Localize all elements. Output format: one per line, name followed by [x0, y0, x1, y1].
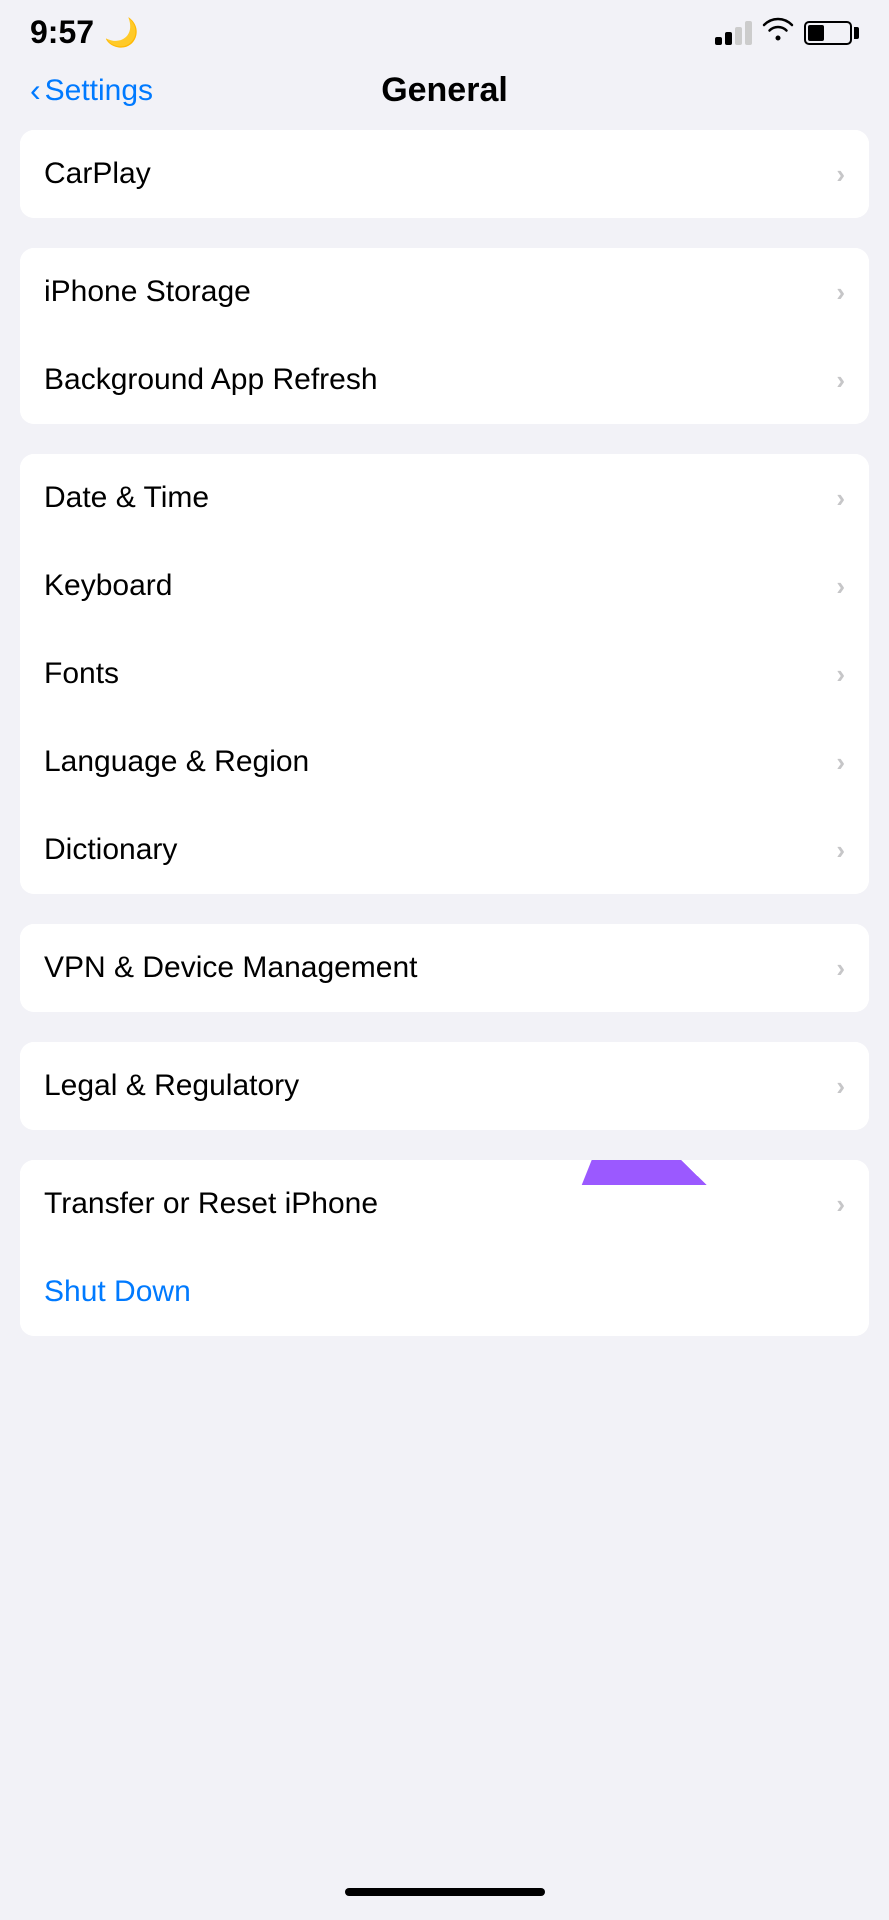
- battery-icon: [804, 21, 859, 45]
- iphone-storage-label: iPhone Storage: [44, 275, 251, 309]
- legal-section: Legal & Regulatory ›: [20, 1042, 869, 1130]
- dictionary-item[interactable]: Dictionary ›: [20, 806, 869, 894]
- dictionary-label: Dictionary: [44, 833, 177, 867]
- keyboard-item[interactable]: Keyboard ›: [20, 542, 869, 630]
- signal-bar-2: [725, 32, 732, 45]
- carplay-label: CarPlay: [44, 157, 151, 191]
- back-button[interactable]: ‹ Settings: [30, 74, 153, 108]
- keyboard-chevron-icon: ›: [836, 571, 845, 602]
- shut-down-label: Shut Down: [44, 1275, 191, 1309]
- status-bar: 9:57 🌙: [0, 0, 889, 61]
- date-time-item[interactable]: Date & Time ›: [20, 454, 869, 542]
- iphone-storage-item[interactable]: iPhone Storage ›: [20, 248, 869, 336]
- back-chevron-icon: ‹: [30, 74, 41, 106]
- shut-down-item[interactable]: Shut Down: [20, 1248, 869, 1336]
- signal-bar-3: [735, 27, 742, 45]
- background-app-refresh-chevron-icon: ›: [836, 365, 845, 396]
- keyboard-label: Keyboard: [44, 569, 172, 603]
- moon-icon: 🌙: [104, 16, 139, 49]
- carplay-item[interactable]: CarPlay ›: [20, 130, 869, 218]
- status-icons: [715, 17, 859, 48]
- date-time-label: Date & Time: [44, 481, 209, 515]
- storage-section: iPhone Storage › Background App Refresh …: [20, 248, 869, 424]
- signal-icon: [715, 21, 752, 45]
- home-indicator: [345, 1888, 545, 1896]
- transfer-reset-item[interactable]: Transfer or Reset iPhone ›: [20, 1160, 869, 1248]
- reset-section: Transfer or Reset iPhone › Shut Down: [20, 1160, 869, 1336]
- fonts-label: Fonts: [44, 657, 119, 691]
- page-title: General: [381, 71, 508, 110]
- content-area: CarPlay › iPhone Storage › Background Ap…: [0, 130, 889, 1336]
- iphone-storage-chevron-icon: ›: [836, 277, 845, 308]
- status-time: 9:57: [30, 14, 94, 51]
- language-region-chevron-icon: ›: [836, 747, 845, 778]
- legal-chevron-icon: ›: [836, 1071, 845, 1102]
- locale-section: Date & Time › Keyboard › Fonts › Languag…: [20, 454, 869, 894]
- legal-label: Legal & Regulatory: [44, 1069, 299, 1103]
- background-app-refresh-label: Background App Refresh: [44, 363, 378, 397]
- wifi-icon: [762, 17, 794, 48]
- vpn-item[interactable]: VPN & Device Management ›: [20, 924, 869, 1012]
- vpn-section: VPN & Device Management ›: [20, 924, 869, 1012]
- back-label: Settings: [45, 74, 153, 108]
- signal-bar-4: [745, 21, 752, 45]
- vpn-label: VPN & Device Management: [44, 951, 418, 985]
- carplay-chevron-icon: ›: [836, 159, 845, 190]
- language-region-label: Language & Region: [44, 745, 309, 779]
- language-region-item[interactable]: Language & Region ›: [20, 718, 869, 806]
- fonts-chevron-icon: ›: [836, 659, 845, 690]
- legal-item[interactable]: Legal & Regulatory ›: [20, 1042, 869, 1130]
- vpn-chevron-icon: ›: [836, 953, 845, 984]
- transfer-reset-label: Transfer or Reset iPhone: [44, 1187, 378, 1221]
- background-app-refresh-item[interactable]: Background App Refresh ›: [20, 336, 869, 424]
- nav-header: ‹ Settings General: [0, 61, 889, 130]
- dictionary-chevron-icon: ›: [836, 835, 845, 866]
- transfer-reset-chevron-icon: ›: [836, 1189, 845, 1220]
- carplay-section: CarPlay ›: [20, 130, 869, 218]
- date-time-chevron-icon: ›: [836, 483, 845, 514]
- fonts-item[interactable]: Fonts ›: [20, 630, 869, 718]
- signal-bar-1: [715, 37, 722, 45]
